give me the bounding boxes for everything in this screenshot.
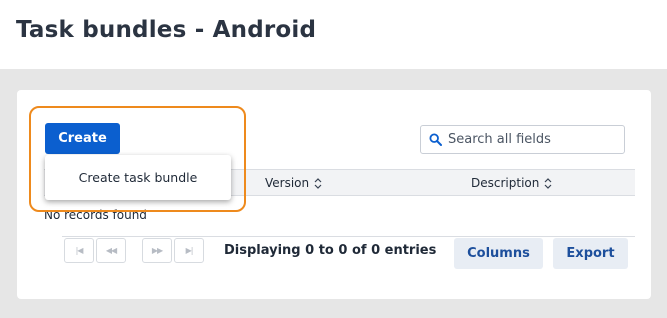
previous-page-button[interactable]: ◀◀ bbox=[96, 238, 126, 263]
page-title: Task bundles - Android bbox=[16, 17, 317, 43]
export-button[interactable]: Export bbox=[553, 238, 628, 269]
create-dropdown-menu: Create task bundle bbox=[45, 155, 231, 200]
columns-button[interactable]: Columns bbox=[454, 238, 543, 269]
column-header-description-label: Description bbox=[471, 176, 540, 190]
search-field[interactable] bbox=[420, 125, 625, 154]
create-button[interactable]: Create bbox=[45, 123, 120, 154]
column-header-description[interactable]: Description bbox=[471, 176, 552, 190]
column-header-version[interactable]: Version bbox=[265, 176, 322, 190]
search-input[interactable] bbox=[448, 132, 618, 147]
sort-icon bbox=[544, 177, 552, 189]
page-header: Task bundles - Android bbox=[0, 0, 667, 69]
create-task-bundle-menu-item[interactable]: Create task bundle bbox=[79, 170, 198, 185]
sort-icon bbox=[314, 177, 322, 189]
empty-table-message: No records found bbox=[44, 208, 147, 222]
first-page-button[interactable]: |◀ bbox=[64, 238, 94, 263]
pagination-info: Displaying 0 to 0 of 0 entries bbox=[224, 243, 437, 258]
search-icon bbox=[429, 133, 442, 146]
next-page-button[interactable]: ▶▶ bbox=[142, 238, 172, 263]
divider bbox=[62, 236, 635, 237]
last-page-button[interactable]: ▶| bbox=[174, 238, 204, 263]
column-header-version-label: Version bbox=[265, 176, 310, 190]
